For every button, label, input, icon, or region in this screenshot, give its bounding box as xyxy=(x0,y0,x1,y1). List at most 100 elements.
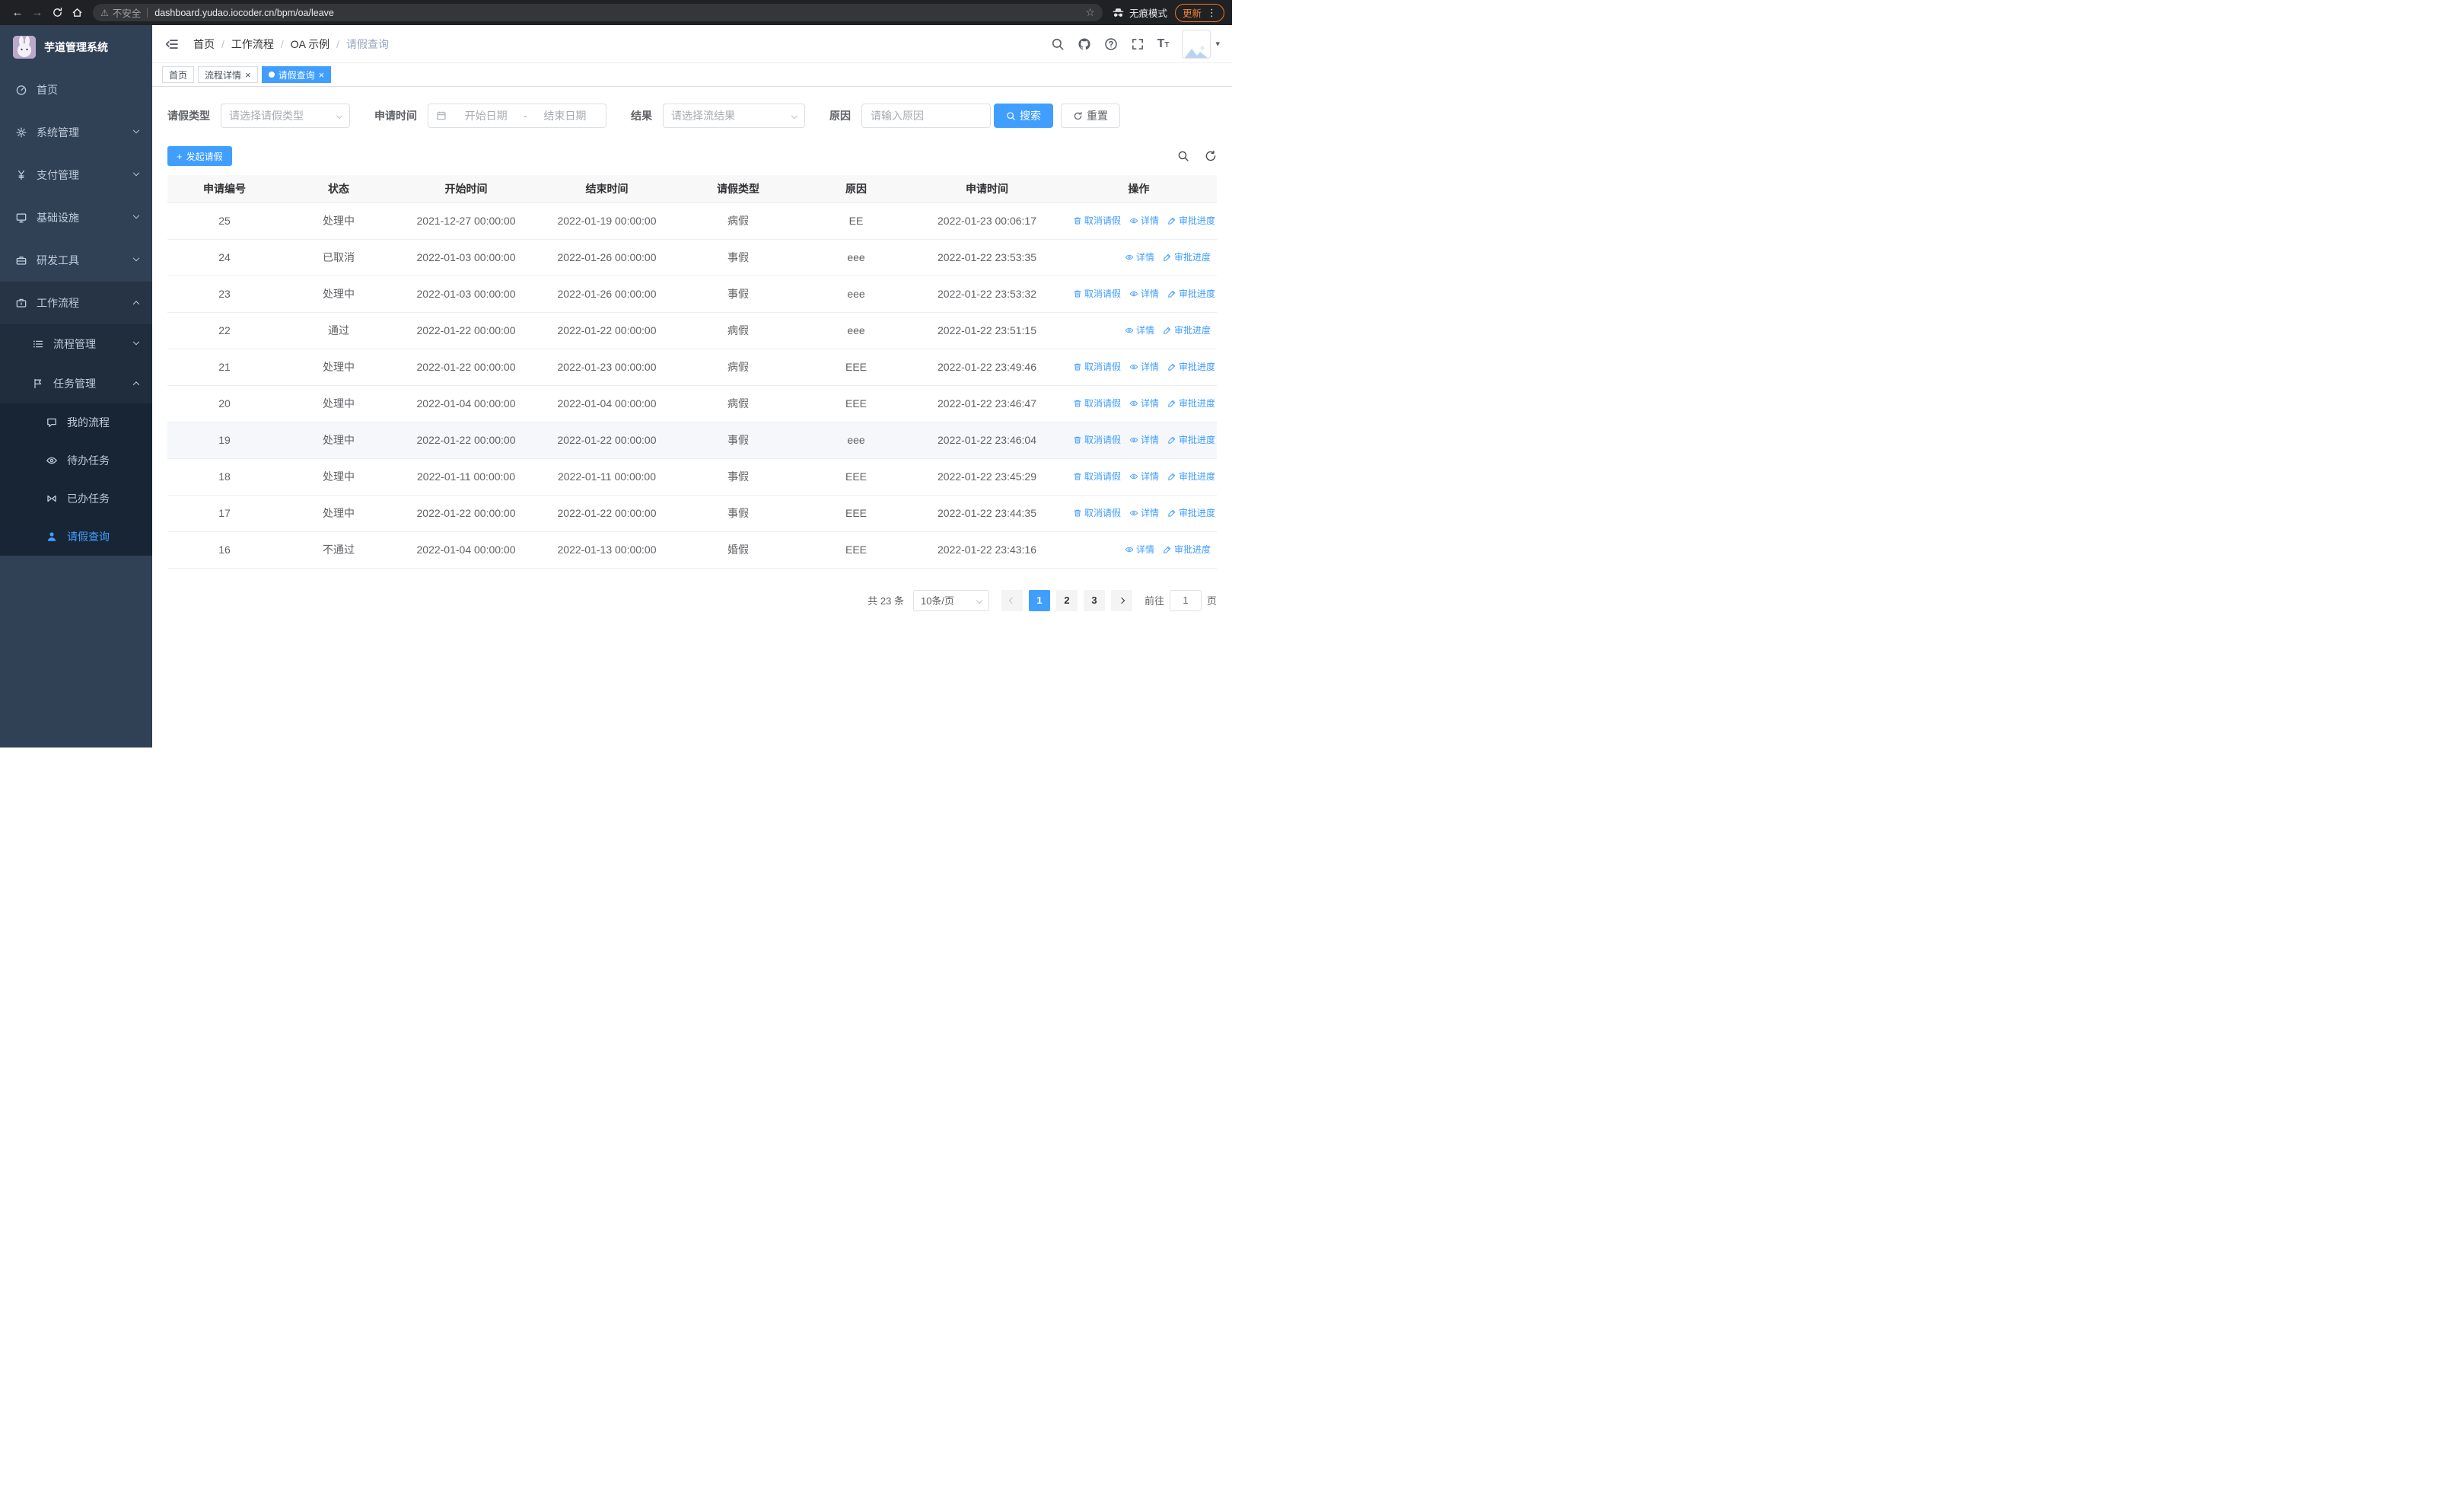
app-frame: 芋道管理系统 首页 系统管理 支付管理 基础设施 研发工具 工作流程 流程管理 … xyxy=(0,25,1232,748)
sidebar-item-infrastructure[interactable]: 基础设施 xyxy=(0,196,152,239)
row-action-cancel[interactable]: 取消请假 xyxy=(1073,360,1121,373)
breadcrumb-item-workflow[interactable]: 工作流程 xyxy=(231,37,274,52)
browser-forward-icon[interactable]: → xyxy=(27,3,47,23)
goto-page-input[interactable] xyxy=(1169,589,1202,611)
row-action-cancel[interactable]: 取消请假 xyxy=(1073,433,1121,446)
fullscreen-icon[interactable] xyxy=(1131,37,1144,51)
breadcrumb-item-oa-example[interactable]: OA 示例 xyxy=(291,37,329,52)
cell-end-time: 2022-01-26 00:00:00 xyxy=(536,276,677,313)
browser-update-button[interactable]: 更新 ⋮ xyxy=(1174,3,1224,22)
sidebar-item-devtools[interactable]: 研发工具 xyxy=(0,239,152,282)
cell-reason: eee xyxy=(799,312,913,349)
cell-actions: 取消请假 详情 审批进度 xyxy=(1061,422,1217,459)
help-icon[interactable] xyxy=(1104,37,1118,51)
row-action-progress[interactable]: 审批进度 xyxy=(1167,506,1215,519)
tab-process-detail[interactable]: 流程详情 × xyxy=(198,66,258,83)
table-row: 24 已取消 2022-01-03 00:00:00 2022-01-26 00… xyxy=(167,239,1217,276)
sidebar-item-home[interactable]: 首页 xyxy=(0,69,152,111)
filter-bar: 请假类型 请选择请假类型 申请时间 开始日期 - 结束日期 结果 请选择流结果 … xyxy=(167,104,1217,128)
row-action-detail[interactable]: 详情 xyxy=(1125,543,1154,556)
column-header-end-time: 结束时间 xyxy=(536,175,677,203)
row-action-progress[interactable]: 审批进度 xyxy=(1163,324,1211,336)
cell-leave-type: 病假 xyxy=(677,202,799,240)
cell-apply-id: 21 xyxy=(167,349,282,386)
sidebar-item-process-management[interactable]: 流程管理 xyxy=(0,324,152,364)
breadcrumb-separator: / xyxy=(336,37,340,50)
row-action-progress[interactable]: 审批进度 xyxy=(1167,287,1215,300)
cell-apply-id: 24 xyxy=(167,239,282,276)
user-menu[interactable]: ▾ xyxy=(1182,29,1220,59)
row-action-detail[interactable]: 详情 xyxy=(1129,470,1159,483)
search-icon[interactable] xyxy=(1051,37,1065,51)
sidebar-item-label: 系统管理 xyxy=(37,126,79,139)
end-date-placeholder[interactable]: 结束日期 xyxy=(532,108,598,123)
browser-reload-icon[interactable] xyxy=(47,3,67,23)
row-action-progress[interactable]: 审批进度 xyxy=(1167,433,1215,446)
row-action-progress[interactable]: 审批进度 xyxy=(1167,470,1215,483)
result-select[interactable]: 请选择流结果 xyxy=(663,104,805,128)
chevron-down-icon xyxy=(336,112,343,120)
tab-leave-query[interactable]: 请假查询 × xyxy=(261,66,332,83)
search-button[interactable]: 搜索 xyxy=(994,104,1053,128)
row-action-progress[interactable]: 审批进度 xyxy=(1167,360,1215,373)
incognito-badge: 无痕模式 xyxy=(1112,5,1167,20)
page-size-select[interactable]: 10条/页 xyxy=(912,589,989,611)
prev-page-button[interactable] xyxy=(1001,589,1023,611)
page-button-3[interactable]: 3 xyxy=(1083,589,1105,611)
calendar-icon xyxy=(437,111,446,120)
sidebar-item-todo-tasks[interactable]: 待办任务 xyxy=(0,441,152,480)
row-action-progress[interactable]: 审批进度 xyxy=(1163,543,1211,556)
row-action-cancel[interactable]: 取消请假 xyxy=(1073,506,1121,519)
reset-button[interactable]: 重置 xyxy=(1061,104,1120,128)
row-action-progress[interactable]: 审批进度 xyxy=(1167,397,1215,410)
github-icon[interactable] xyxy=(1078,37,1091,51)
sidebar-item-payment[interactable]: 支付管理 xyxy=(0,154,152,196)
row-action-detail[interactable]: 详情 xyxy=(1125,324,1154,336)
close-icon[interactable]: × xyxy=(319,70,325,80)
row-action-cancel[interactable]: 取消请假 xyxy=(1073,287,1121,300)
cell-actions: 取消请假 详情 审批进度 xyxy=(1061,276,1217,313)
bookmark-star-icon[interactable]: ☆ xyxy=(1085,6,1095,19)
sidebar-item-workflow[interactable]: 工作流程 xyxy=(0,282,152,324)
reason-input[interactable] xyxy=(861,104,991,128)
sidebar-item-task-management[interactable]: 任务管理 xyxy=(0,364,152,403)
cell-reason: EEE xyxy=(799,531,913,569)
create-leave-button[interactable]: + 发起请假 xyxy=(167,146,232,166)
table-search-toggle-icon[interactable] xyxy=(1177,150,1189,162)
row-action-detail[interactable]: 详情 xyxy=(1129,214,1159,227)
row-action-cancel[interactable]: 取消请假 xyxy=(1073,470,1121,483)
sidebar-toggle-icon[interactable] xyxy=(164,37,180,52)
font-size-icon[interactable]: TT xyxy=(1157,37,1170,51)
row-action-detail[interactable]: 详情 xyxy=(1129,506,1159,519)
row-action-detail[interactable]: 详情 xyxy=(1129,360,1159,373)
tab-home[interactable]: 首页 xyxy=(162,66,195,83)
browser-menu-icon[interactable]: ⋮ xyxy=(1207,7,1217,19)
address-bar[interactable]: ⚠ 不安全 dashboard.yudao.iocoder.cn/bpm/oa/… xyxy=(93,4,1103,21)
row-action-detail[interactable]: 详情 xyxy=(1129,397,1159,410)
cell-apply-id: 20 xyxy=(167,385,282,422)
close-icon[interactable]: × xyxy=(245,70,251,80)
app-logo[interactable]: 芋道管理系统 xyxy=(0,25,152,69)
row-action-cancel[interactable]: 取消请假 xyxy=(1073,214,1121,227)
page-button-2[interactable]: 2 xyxy=(1055,589,1078,611)
sidebar-item-done-tasks[interactable]: 已办任务 xyxy=(0,480,152,518)
browser-home-icon[interactable] xyxy=(67,3,87,23)
next-page-button[interactable] xyxy=(1110,589,1132,611)
start-date-placeholder[interactable]: 开始日期 xyxy=(453,108,519,123)
apply-time-range-picker[interactable]: 开始日期 - 结束日期 xyxy=(428,104,606,128)
table-refresh-icon[interactable] xyxy=(1205,150,1217,162)
sidebar-item-system[interactable]: 系统管理 xyxy=(0,111,152,154)
row-action-detail[interactable]: 详情 xyxy=(1129,287,1159,300)
sidebar-item-leave-query[interactable]: 请假查询 xyxy=(0,518,152,556)
incognito-icon xyxy=(1113,8,1124,17)
row-action-detail[interactable]: 详情 xyxy=(1129,433,1159,446)
row-action-detail[interactable]: 详情 xyxy=(1125,250,1154,263)
browser-back-icon[interactable]: ← xyxy=(8,3,27,23)
page-button-1[interactable]: 1 xyxy=(1028,589,1050,611)
row-action-progress[interactable]: 审批进度 xyxy=(1163,250,1211,263)
sidebar-item-my-process[interactable]: 我的流程 xyxy=(0,403,152,441)
breadcrumb-item-home[interactable]: 首页 xyxy=(193,37,215,52)
row-action-progress[interactable]: 审批进度 xyxy=(1167,214,1215,227)
leave-type-select[interactable]: 请选择请假类型 xyxy=(221,104,350,128)
row-action-cancel[interactable]: 取消请假 xyxy=(1073,397,1121,410)
